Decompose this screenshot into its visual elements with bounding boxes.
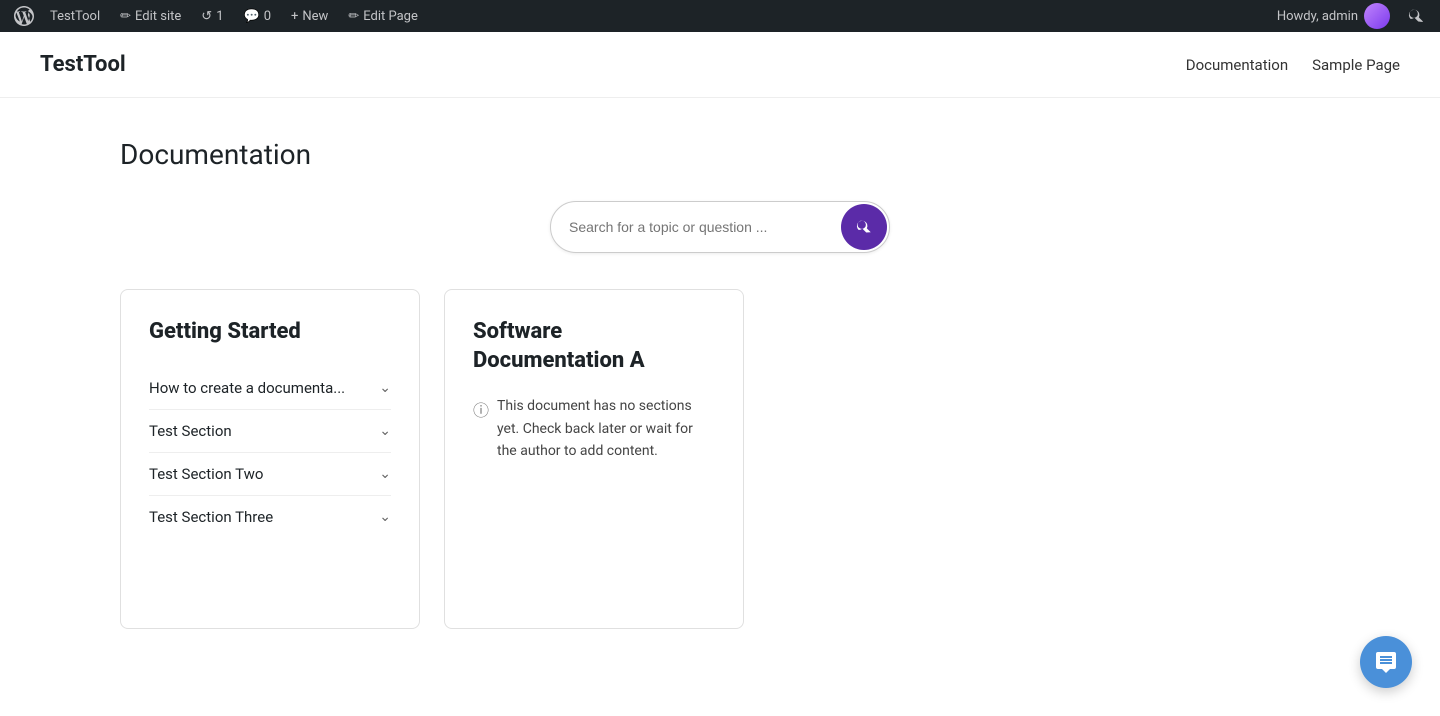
card-software-doc-title: Software Documentation A bbox=[473, 318, 715, 375]
new-icon: + bbox=[291, 9, 298, 24]
avatar[interactable] bbox=[1364, 3, 1390, 29]
site-name-label: TestTool bbox=[50, 9, 100, 24]
updates-bar[interactable]: ↺ 1 bbox=[191, 0, 233, 32]
edit-site-label: Edit site bbox=[135, 9, 181, 24]
admin-search-icon[interactable] bbox=[1400, 0, 1432, 32]
comments-icon: 💬 bbox=[244, 9, 260, 24]
edit-page-label: Edit Page bbox=[363, 9, 418, 24]
chevron-down-icon: ⌄ bbox=[379, 466, 391, 482]
edit-site-bar[interactable]: ✏ Edit site bbox=[110, 0, 191, 32]
section-item-test-two[interactable]: Test Section Two ⌄ bbox=[149, 452, 391, 495]
updates-count: 1 bbox=[216, 9, 223, 24]
cards-container: Getting Started How to create a document… bbox=[120, 289, 1320, 629]
edit-page-icon: ✏ bbox=[348, 9, 359, 24]
nav-sample-page[interactable]: Sample Page bbox=[1312, 56, 1400, 74]
new-label: New bbox=[302, 9, 328, 24]
chevron-down-icon: ⌄ bbox=[379, 380, 391, 396]
wordpress-logo-icon[interactable] bbox=[8, 0, 40, 32]
card-getting-started-title: Getting Started bbox=[149, 318, 391, 347]
admin-bar: TestTool ✏ Edit site ↺ 1 💬 0 + New ✏ Edi… bbox=[0, 0, 1440, 32]
site-nav: Documentation Sample Page bbox=[1186, 56, 1400, 74]
card-sections-list: How to create a documenta... ⌄ Test Sect… bbox=[149, 367, 391, 538]
section-item-how-to[interactable]: How to create a documenta... ⌄ bbox=[149, 367, 391, 409]
card-software-doc-a: Software Documentation A ⓘ This document… bbox=[444, 289, 744, 629]
nav-documentation[interactable]: Documentation bbox=[1186, 56, 1288, 74]
chevron-down-icon: ⌄ bbox=[379, 423, 391, 439]
search-button[interactable] bbox=[841, 204, 887, 250]
chevron-down-icon: ⌄ bbox=[379, 509, 391, 525]
section-item-test[interactable]: Test Section ⌄ bbox=[149, 409, 391, 452]
howdy-label: Howdy, admin bbox=[1277, 9, 1358, 24]
site-header: TestTool Documentation Sample Page bbox=[0, 32, 1440, 98]
comments-bar[interactable]: 💬 0 bbox=[234, 0, 282, 32]
card-getting-started: Getting Started How to create a document… bbox=[120, 289, 420, 629]
chat-fab-button[interactable] bbox=[1360, 636, 1412, 688]
section-item-test-three[interactable]: Test Section Three ⌄ bbox=[149, 495, 391, 538]
howdy-area: Howdy, admin bbox=[1267, 3, 1400, 29]
updates-icon: ↺ bbox=[201, 9, 212, 24]
edit-site-icon: ✏ bbox=[120, 9, 131, 24]
main-content: Documentation Getting Started How to cre… bbox=[0, 98, 1440, 669]
search-input[interactable] bbox=[551, 209, 839, 245]
site-name-bar[interactable]: TestTool bbox=[40, 0, 110, 32]
info-circle-icon: ⓘ bbox=[473, 397, 489, 421]
site-title[interactable]: TestTool bbox=[40, 52, 126, 77]
page-title: Documentation bbox=[120, 138, 1320, 171]
empty-doc-info: ⓘ This document has no sections yet. Che… bbox=[473, 395, 715, 462]
edit-page-bar[interactable]: ✏ Edit Page bbox=[338, 0, 428, 32]
search-wrapper bbox=[550, 201, 890, 253]
section-label: Test Section Three bbox=[149, 508, 273, 526]
empty-doc-message: This document has no sections yet. Check… bbox=[497, 395, 715, 462]
section-label: Test Section Two bbox=[149, 465, 263, 483]
section-label: How to create a documenta... bbox=[149, 379, 345, 397]
new-bar[interactable]: + New bbox=[281, 0, 338, 32]
section-label: Test Section bbox=[149, 422, 232, 440]
search-section bbox=[120, 201, 1320, 253]
comments-count: 0 bbox=[264, 9, 271, 24]
